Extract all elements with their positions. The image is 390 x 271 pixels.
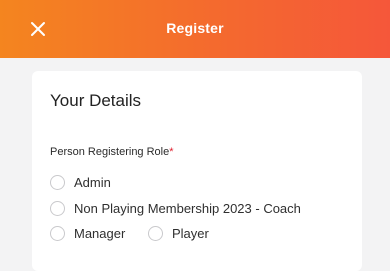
role-field-label: Person Registering Role*: [50, 146, 174, 158]
role-option-manager[interactable]: Manager: [50, 226, 125, 241]
required-marker: *: [169, 146, 174, 158]
register-header: Register: [0, 0, 390, 58]
role-option-label: Non Playing Membership 2023 - Coach: [74, 201, 301, 216]
page-title: Register: [166, 20, 224, 36]
role-option-label: Admin: [74, 175, 111, 190]
radio-manager[interactable]: [50, 226, 65, 241]
role-option-label: Manager: [74, 226, 126, 241]
radio-non-playing-coach[interactable]: [50, 201, 65, 216]
radio-admin[interactable]: [50, 175, 65, 190]
role-option-non-playing-coach[interactable]: Non Playing Membership 2023 - Coach: [50, 201, 301, 216]
section-title: Your Details: [50, 91, 142, 110]
role-option-label: Player: [172, 226, 209, 241]
role-option-player[interactable]: Player: [148, 226, 209, 241]
your-details-card: Your Details Person Registering Role* Ad…: [32, 71, 362, 271]
radio-player[interactable]: [148, 226, 163, 241]
role-option-admin[interactable]: Admin: [50, 175, 111, 190]
role-label-text: Person Registering Role: [50, 146, 170, 158]
